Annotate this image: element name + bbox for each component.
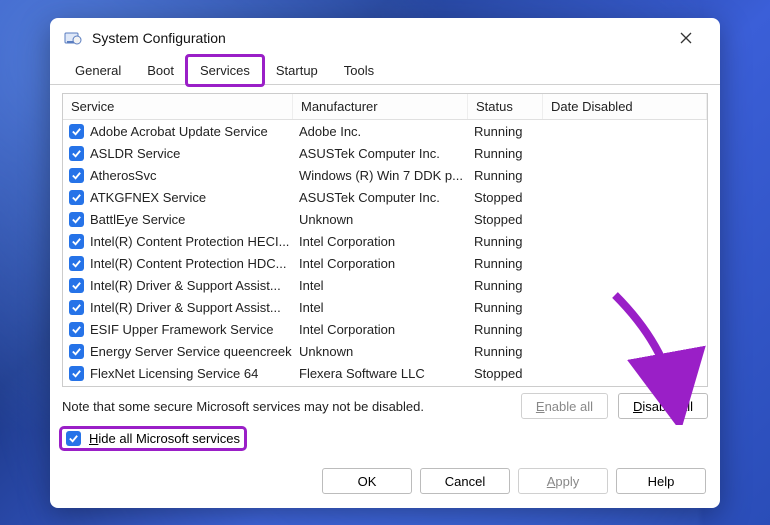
note-text: Note that some secure Microsoft services… — [62, 399, 511, 414]
table-row[interactable]: AtherosSvc Windows (R) Win 7 DDK p...Runn… — [63, 164, 707, 186]
service-name: ESIF Upper Framework Service — [90, 322, 274, 337]
service-checkbox[interactable] — [69, 278, 84, 293]
service-name: ATKGFNEX Service — [90, 190, 206, 205]
hide-ms-label: Hide all Microsoft services — [89, 431, 240, 446]
service-checkbox[interactable] — [69, 124, 84, 139]
service-mfr: Intel — [293, 300, 468, 315]
titlebar: System Configuration — [50, 18, 720, 58]
service-status: Stopped — [468, 190, 543, 205]
service-mfr: Intel Corporation — [293, 234, 468, 249]
disable-all-button[interactable]: Disable all — [618, 393, 708, 419]
col-status[interactable]: Status — [468, 94, 543, 119]
service-status: Running — [468, 300, 543, 315]
service-status: Running — [468, 322, 543, 337]
table-row[interactable]: Intel(R) Content Protection HDC... Intel … — [63, 252, 707, 274]
dialog-buttons: OK Cancel Apply Help — [50, 458, 720, 508]
apply-button[interactable]: Apply — [518, 468, 608, 494]
service-name: Intel(R) Content Protection HECI... — [90, 234, 289, 249]
services-table: Service Manufacturer Status Date Disable… — [62, 93, 708, 387]
service-checkbox[interactable] — [69, 168, 84, 183]
hide-ms-checkbox[interactable] — [66, 431, 81, 446]
service-checkbox[interactable] — [69, 212, 84, 227]
table-row[interactable]: Adobe Acrobat Update Service Adobe Inc.Ru… — [63, 120, 707, 142]
table-row[interactable]: ATKGFNEX Service ASUSTek Computer Inc.Sto… — [63, 186, 707, 208]
service-status: Running — [468, 124, 543, 139]
table-row[interactable]: Energy Server Service queencreekUnknownR… — [63, 340, 707, 362]
service-mfr: ASUSTek Computer Inc. — [293, 146, 468, 161]
enable-all-button[interactable]: Enable all — [521, 393, 608, 419]
system-configuration-window: System Configuration General Boot Servic… — [50, 18, 720, 508]
service-status: Running — [468, 168, 543, 183]
service-mfr: Flexera Software LLC — [293, 366, 468, 381]
table-row[interactable]: FlexNet Licensing Service 64 Flexera Soft… — [63, 362, 707, 384]
service-status: Running — [468, 344, 543, 359]
service-name: BattlEye Service — [90, 212, 185, 227]
service-checkbox[interactable] — [69, 300, 84, 315]
tab-services[interactable]: Services — [187, 56, 263, 85]
help-button[interactable]: Help — [616, 468, 706, 494]
cancel-button[interactable]: Cancel — [420, 468, 510, 494]
service-checkbox[interactable] — [69, 234, 84, 249]
close-button[interactable] — [666, 23, 706, 53]
table-row[interactable]: BattlEye Service UnknownStopped — [63, 208, 707, 230]
service-name: AtherosSvc — [90, 168, 156, 183]
tab-content: Service Manufacturer Status Date Disable… — [50, 85, 720, 458]
tab-tools[interactable]: Tools — [331, 56, 387, 85]
hide-microsoft-services-row[interactable]: Hide all Microsoft services — [62, 429, 244, 448]
service-status: Stopped — [468, 366, 543, 381]
service-mfr: Windows (R) Win 7 DDK p... — [293, 168, 468, 183]
table-header: Service Manufacturer Status Date Disable… — [63, 94, 707, 120]
service-status: Running — [468, 234, 543, 249]
table-row[interactable]: ESIF Upper Framework Service Intel Corpor… — [63, 318, 707, 340]
tab-boot[interactable]: Boot — [134, 56, 187, 85]
service-mfr: Intel Corporation — [293, 256, 468, 271]
service-mfr: ASUSTek Computer Inc. — [293, 190, 468, 205]
tab-bar: General Boot Services Startup Tools — [50, 56, 720, 85]
service-checkbox[interactable] — [69, 190, 84, 205]
table-row[interactable]: ASLDR Service ASUSTek Computer Inc.Runnin… — [63, 142, 707, 164]
service-mfr: Adobe Inc. — [293, 124, 468, 139]
service-checkbox[interactable] — [69, 256, 84, 271]
col-service[interactable]: Service — [63, 94, 293, 119]
service-checkbox[interactable] — [69, 344, 84, 359]
service-status: Running — [468, 256, 543, 271]
table-row[interactable]: Google Chrome Beta Elevation S...Google … — [63, 384, 707, 386]
service-name: Adobe Acrobat Update Service — [90, 124, 268, 139]
service-mfr: Intel — [293, 278, 468, 293]
app-icon — [64, 29, 82, 47]
service-status: Running — [468, 146, 543, 161]
service-name: Intel(R) Driver & Support Assist... — [90, 300, 281, 315]
window-title: System Configuration — [92, 30, 226, 46]
col-manufacturer[interactable]: Manufacturer — [293, 94, 468, 119]
table-row[interactable]: Intel(R) Driver & Support Assist... Intel… — [63, 274, 707, 296]
tab-general[interactable]: General — [62, 56, 134, 85]
col-date-disabled[interactable]: Date Disabled — [543, 94, 707, 119]
table-row[interactable]: Intel(R) Driver & Support Assist... Intel… — [63, 296, 707, 318]
service-mfr: Intel Corporation — [293, 322, 468, 337]
service-checkbox[interactable] — [69, 146, 84, 161]
tab-startup[interactable]: Startup — [263, 56, 331, 85]
table-row[interactable]: Intel(R) Content Protection HECI... Intel… — [63, 230, 707, 252]
service-status: Running — [468, 278, 543, 293]
service-checkbox[interactable] — [69, 322, 84, 337]
table-body[interactable]: Adobe Acrobat Update ServiceAdobe Inc.Ru… — [63, 120, 707, 386]
service-name: ASLDR Service — [90, 146, 180, 161]
service-mfr: Unknown — [293, 212, 468, 227]
service-name: Intel(R) Content Protection HDC... — [90, 256, 287, 271]
ok-button[interactable]: OK — [322, 468, 412, 494]
service-name: Intel(R) Driver & Support Assist... — [90, 278, 281, 293]
service-name: FlexNet Licensing Service 64 — [90, 366, 258, 381]
service-mfr: Unknown — [293, 344, 468, 359]
service-status: Stopped — [468, 212, 543, 227]
service-checkbox[interactable] — [69, 366, 84, 381]
service-name: Energy Server Service queencreek — [90, 344, 292, 359]
